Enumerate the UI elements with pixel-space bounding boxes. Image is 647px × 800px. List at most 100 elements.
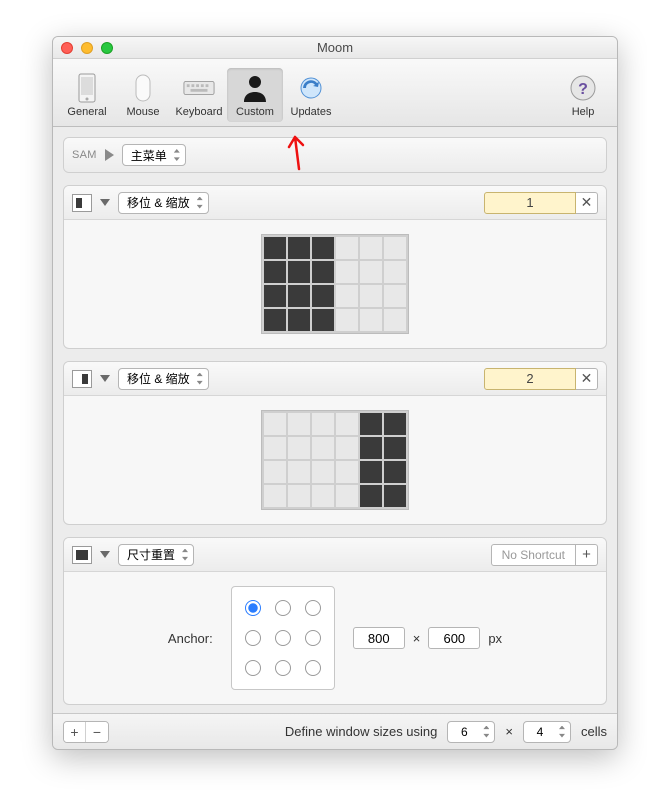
grid-cell[interactable] [312, 285, 334, 307]
action-type-popup[interactable]: 尺寸重置 [118, 544, 194, 566]
grid-cell[interactable] [288, 413, 310, 435]
unit-label: px [488, 631, 502, 646]
tab-help[interactable]: ? Help [555, 68, 611, 122]
grid-cell[interactable] [312, 237, 334, 259]
tab-keyboard[interactable]: Keyboard [171, 68, 227, 122]
toolbar: General Mouse Keyboard Custom Updates [53, 59, 617, 127]
anchor-label: Anchor: [168, 631, 213, 646]
anchor-radio[interactable] [245, 630, 261, 646]
play-icon[interactable] [105, 149, 114, 161]
grid-cell[interactable] [288, 261, 310, 283]
grid-cell[interactable] [264, 461, 286, 483]
times-separator: × [505, 724, 513, 739]
grid-cell[interactable] [312, 309, 334, 331]
grid-cell[interactable] [264, 261, 286, 283]
clear-shortcut-button[interactable]: ✕ [576, 368, 598, 390]
close-button[interactable] [61, 42, 73, 54]
grid-cell[interactable] [360, 485, 382, 507]
grid-cell[interactable] [360, 261, 382, 283]
grid-cell[interactable] [384, 461, 406, 483]
grid-cell[interactable] [360, 285, 382, 307]
grid-cell[interactable] [360, 237, 382, 259]
anchor-radio[interactable] [245, 660, 261, 676]
zoom-button[interactable] [101, 42, 113, 54]
grid-cell[interactable] [360, 309, 382, 331]
grid-cell[interactable] [264, 413, 286, 435]
grid-cell[interactable] [312, 485, 334, 507]
grid-cell[interactable] [336, 237, 358, 259]
minimize-button[interactable] [81, 42, 93, 54]
anchor-radio[interactable] [305, 660, 321, 676]
preview-swatch-left[interactable] [72, 194, 92, 212]
width-field[interactable] [353, 627, 405, 649]
grid-cell[interactable] [336, 309, 358, 331]
add-shortcut-button[interactable]: + [576, 544, 598, 566]
shortcut-field[interactable]: No Shortcut + [491, 544, 598, 566]
tab-updates[interactable]: Updates [283, 68, 339, 122]
anchor-radio[interactable] [275, 600, 291, 616]
grid-cell[interactable] [336, 413, 358, 435]
grid-cell[interactable] [360, 461, 382, 483]
grid-rows-stepper[interactable]: 4 [523, 721, 571, 743]
add-action-button[interactable]: + [64, 722, 86, 742]
keyboard-icon [183, 72, 215, 104]
tab-general[interactable]: General [59, 68, 115, 122]
grid-cell[interactable] [360, 413, 382, 435]
action-type-popup[interactable]: 移位 & 缩放 [118, 192, 209, 214]
grid-cell[interactable] [264, 237, 286, 259]
grid-cell[interactable] [288, 437, 310, 459]
grid-cell[interactable] [288, 485, 310, 507]
action-type-popup[interactable]: 移位 & 缩放 [118, 368, 209, 390]
grid-cell[interactable] [384, 309, 406, 331]
grid-cell[interactable] [312, 413, 334, 435]
anchor-radio[interactable] [305, 600, 321, 616]
anchor-radio[interactable] [245, 600, 261, 616]
grid-cell[interactable] [312, 437, 334, 459]
disclosure-icon[interactable] [100, 375, 110, 382]
shortcut-field[interactable]: 2 ✕ [484, 368, 598, 390]
grid-cell[interactable] [264, 309, 286, 331]
remove-action-button[interactable]: − [86, 722, 108, 742]
grid-cell[interactable] [288, 461, 310, 483]
phone-icon [71, 72, 103, 104]
position-grid[interactable] [261, 410, 409, 510]
shortcut-field[interactable]: 1 ✕ [484, 192, 598, 214]
grid-cell[interactable] [288, 309, 310, 331]
grid-cell[interactable] [384, 437, 406, 459]
grid-cell[interactable] [384, 413, 406, 435]
grid-cell[interactable] [288, 237, 310, 259]
grid-cell[interactable] [312, 261, 334, 283]
grid-cell[interactable] [384, 485, 406, 507]
clear-shortcut-button[interactable]: ✕ [576, 192, 598, 214]
grid-cell[interactable] [384, 237, 406, 259]
grid-cell[interactable] [384, 261, 406, 283]
tab-label: Updates [291, 106, 332, 118]
grid-cell[interactable] [336, 285, 358, 307]
preview-swatch-right[interactable] [72, 370, 92, 388]
main-menu-popup[interactable]: 主菜单 [122, 144, 186, 166]
grid-cell[interactable] [384, 285, 406, 307]
tab-custom[interactable]: Custom [227, 68, 283, 122]
grid-cell[interactable] [336, 261, 358, 283]
custom-action-2: 移位 & 缩放 2 ✕ [63, 361, 607, 525]
position-grid[interactable] [261, 234, 409, 334]
anchor-radio[interactable] [275, 630, 291, 646]
anchor-radio[interactable] [275, 660, 291, 676]
grid-cell[interactable] [264, 285, 286, 307]
disclosure-icon[interactable] [100, 551, 110, 558]
height-field[interactable] [428, 627, 480, 649]
tab-mouse[interactable]: Mouse [115, 68, 171, 122]
disclosure-icon[interactable] [100, 199, 110, 206]
grid-cell[interactable] [264, 437, 286, 459]
anchor-radio[interactable] [305, 630, 321, 646]
grid-cell[interactable] [264, 485, 286, 507]
grid-cell[interactable] [312, 461, 334, 483]
grid-cell[interactable] [288, 285, 310, 307]
grid-cols-stepper[interactable]: 6 [447, 721, 495, 743]
anchor-grid[interactable] [231, 586, 335, 690]
preview-swatch-full[interactable] [72, 546, 92, 564]
grid-cell[interactable] [336, 437, 358, 459]
grid-cell[interactable] [360, 437, 382, 459]
grid-cell[interactable] [336, 485, 358, 507]
grid-cell[interactable] [336, 461, 358, 483]
